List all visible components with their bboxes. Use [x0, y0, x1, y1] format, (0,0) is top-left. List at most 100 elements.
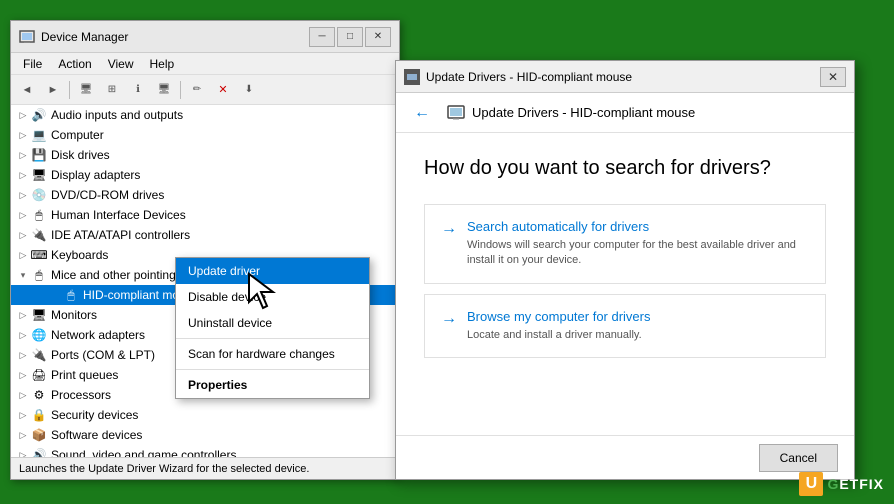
option2-arrow-icon: →	[441, 310, 457, 328]
expand-icon: ▷	[15, 307, 31, 323]
toolbar-btn2[interactable]: ⊞	[100, 79, 124, 101]
expand-icon: ▷	[15, 347, 31, 363]
browse-computer-option[interactable]: → Browse my computer for drivers Locate …	[424, 294, 826, 358]
dialog-nav: ← Update Drivers - HID-compliant mouse	[396, 93, 854, 133]
option1-title: Search automatically for drivers	[467, 219, 809, 234]
dialog-content: How do you want to search for drivers? →…	[396, 133, 854, 392]
nav-title-area: Update Drivers - HID-compliant mouse	[446, 103, 695, 123]
option2-title: Browse my computer for drivers	[467, 309, 809, 324]
expand-icon: ▷	[15, 407, 31, 423]
close-button[interactable]: ✕	[365, 27, 391, 47]
dialog-close-button[interactable]: ✕	[820, 67, 846, 87]
back-arrow-icon: ←	[414, 104, 430, 122]
item-icon: 🖥	[31, 307, 47, 323]
item-icon: 📦	[31, 427, 47, 443]
item-icon: ⌨	[31, 247, 47, 263]
item-icon: 🔒	[31, 407, 47, 423]
item-icon: 🖨	[31, 367, 47, 383]
expand-icon: ▾	[15, 267, 31, 283]
menu-file[interactable]: File	[15, 55, 50, 73]
list-item[interactable]: ▷ 🔒 Security devices	[11, 405, 399, 425]
expand-icon: ▷	[15, 447, 31, 457]
status-bar: Launches the Update Driver Wizard for th…	[11, 457, 399, 479]
menu-help[interactable]: Help	[142, 55, 183, 73]
expand-icon: ▷	[15, 187, 31, 203]
dialog-back-button[interactable]: ←	[408, 99, 436, 127]
toolbar-sep2	[180, 81, 181, 99]
expand-icon: ▷	[15, 107, 31, 123]
list-item[interactable]: ▷ 🖱 Human Interface Devices	[11, 205, 399, 225]
context-menu-scan-hardware[interactable]: Scan for hardware changes	[176, 341, 369, 367]
item-icon: 🖱	[31, 267, 47, 283]
search-automatically-option[interactable]: → Search automatically for drivers Windo…	[424, 204, 826, 284]
item-icon: 🖥	[31, 167, 47, 183]
expand-icon: ▷	[15, 427, 31, 443]
item-icon: 🔊	[31, 447, 47, 457]
dialog-title-icon	[404, 69, 420, 85]
toolbar: ◄ ► 🖥 ⊞ ℹ 🖥 ✏ ✕ ⬇	[11, 75, 399, 105]
toolbar-btn4[interactable]: 🖥	[152, 79, 176, 101]
dialog-heading: How do you want to search for drivers?	[424, 157, 826, 180]
toolbar-btn6[interactable]: ✕	[211, 79, 235, 101]
watermark-text: GETFIX	[827, 476, 884, 492]
item-icon: 🔌	[31, 227, 47, 243]
list-item[interactable]: ▷ 💻 Computer	[11, 125, 399, 145]
expand-icon: ▷	[15, 227, 31, 243]
maximize-button[interactable]: □	[337, 27, 363, 47]
option1-text: Search automatically for drivers Windows…	[467, 219, 809, 269]
list-item[interactable]: ▷ 💾 Disk drives	[11, 145, 399, 165]
option2-text: Browse my computer for drivers Locate an…	[467, 309, 809, 343]
item-icon: 🔊	[31, 107, 47, 123]
device-manager-icon	[19, 29, 35, 45]
watermark-g: G	[827, 476, 839, 492]
context-menu-disable-device[interactable]: Disable device	[176, 284, 369, 310]
cancel-button[interactable]: Cancel	[759, 444, 838, 472]
item-icon: 💻	[31, 127, 47, 143]
item-icon: 💾	[31, 147, 47, 163]
context-menu-uninstall-device[interactable]: Uninstall device	[176, 310, 369, 336]
context-menu-separator	[176, 338, 369, 339]
item-icon: 🖱	[31, 207, 47, 223]
nav-device-icon	[446, 103, 466, 123]
expand-icon: ▷	[15, 127, 31, 143]
toolbar-forward[interactable]: ►	[41, 79, 65, 101]
dialog-nav-title: Update Drivers - HID-compliant mouse	[472, 105, 695, 120]
item-icon: ⚙	[31, 387, 47, 403]
watermark: U GETFIX	[799, 472, 884, 496]
option1-desc: Windows will search your computer for th…	[467, 238, 809, 269]
context-menu-separator2	[176, 369, 369, 370]
expand-icon: ▷	[15, 207, 31, 223]
list-item[interactable]: ▷ 📦 Software devices	[11, 425, 399, 445]
device-manager-window: Device Manager ─ □ ✕ File Action View He…	[10, 20, 400, 480]
context-menu-update-driver[interactable]: Update driver	[176, 258, 369, 284]
minimize-button[interactable]: ─	[309, 27, 335, 47]
update-drivers-dialog: Update Drivers - HID-compliant mouse ✕ ←…	[395, 60, 855, 480]
toolbar-btn1[interactable]: 🖥	[74, 79, 98, 101]
list-item[interactable]: ▷ 🔊 Sound, video and game controllers	[11, 445, 399, 457]
toolbar-btn3[interactable]: ℹ	[126, 79, 150, 101]
toolbar-sep1	[69, 81, 70, 99]
status-text: Launches the Update Driver Wizard for th…	[19, 463, 309, 475]
context-menu: Update driver Disable device Uninstall d…	[175, 257, 370, 399]
title-bar: Device Manager ─ □ ✕	[11, 21, 399, 53]
expand-icon: ▷	[15, 147, 31, 163]
window-title: Device Manager	[41, 30, 309, 44]
item-icon: 💿	[31, 187, 47, 203]
toolbar-btn7[interactable]: ⬇	[237, 79, 261, 101]
watermark-letter: U	[799, 472, 823, 496]
menu-view[interactable]: View	[100, 55, 142, 73]
dialog-title-bar: Update Drivers - HID-compliant mouse ✕	[396, 61, 854, 93]
list-item[interactable]: ▷ 🖥 Display adapters	[11, 165, 399, 185]
dialog-title: Update Drivers - HID-compliant mouse	[426, 70, 820, 84]
context-menu-properties[interactable]: Properties	[176, 372, 369, 398]
list-item[interactable]: ▷ 🔌 IDE ATA/ATAPI controllers	[11, 225, 399, 245]
menu-action[interactable]: Action	[50, 55, 99, 73]
expand-icon: ▷	[15, 327, 31, 343]
menu-bar: File Action View Help	[11, 53, 399, 75]
list-item[interactable]: ▷ 🔊 Audio inputs and outputs	[11, 105, 399, 125]
list-item[interactable]: ▷ 💿 DVD/CD-ROM drives	[11, 185, 399, 205]
toolbar-back[interactable]: ◄	[15, 79, 39, 101]
dialog-footer: Cancel	[396, 435, 854, 479]
toolbar-btn5[interactable]: ✏	[185, 79, 209, 101]
expand-icon: ▷	[15, 167, 31, 183]
